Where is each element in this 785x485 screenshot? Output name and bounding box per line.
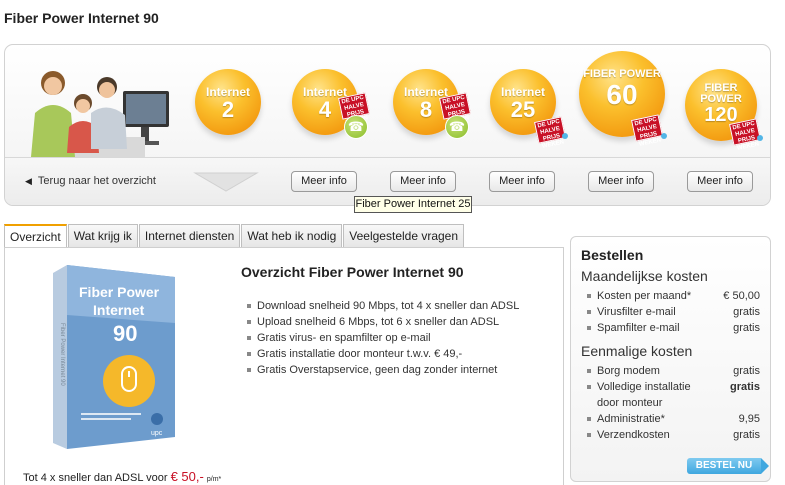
meer-info-button-internet-25[interactable]: Meer info [489,171,555,192]
cost-label: Verzendkosten [597,429,670,441]
page-title: Fiber Power Internet 90 [4,10,159,26]
product-line1: FIBER POWER [700,82,742,105]
back-to-overview-link[interactable]: ◀ Terug naar het overzicht [25,175,156,187]
cost-value: gratis [733,306,760,318]
promo-tag: DE UPC HALVE PRIJS WEKEN [534,116,566,150]
tab-wat-krijg-ik[interactable]: Wat krijg ik [67,224,138,247]
box-brand: upc [151,430,163,437]
overview-panel: Fiber Power Internet 90 upc Fiber Power … [4,247,564,485]
cost-label: Virusfilter e-mail [597,306,676,318]
meer-info-button-fiber-power-60[interactable]: Meer info [588,171,654,192]
feature-item: Gratis Overstapservice, geen dag zonder … [245,362,519,378]
overview-title: Overzicht Fiber Power Internet 90 [241,264,464,280]
cost-value: gratis [733,365,760,377]
internet-2-badge: Internet 2 [195,69,261,135]
feature-item: Gratis virus- en spamfilter op e-mail [245,330,519,346]
product-speed: 25 [510,97,536,122]
product-internet-25[interactable]: Internet 25 DE UPC HALVE PRIJS WEKEN [480,45,580,157]
price-period: p/m* [206,476,222,483]
meer-info-button-internet-8[interactable]: Meer info [390,171,456,192]
product-fiber-power-60[interactable]: FIBER POWER 60 DE UPC HALVE PRIJS WEKEN [573,45,673,157]
box-text-line3: 90 [113,321,137,346]
product-carousel: Internet 2 Internet 4 DE UPC HALVE PRIJS… [4,44,771,206]
price-value: € 50,- [170,469,204,484]
cost-row: Spamfilter e-mail gratis [581,320,760,336]
price-caption: Tot 4 x sneller dan ADSL voor € 50,- p/m… [23,469,221,484]
product-speed: 2 [221,97,235,122]
cost-row: Volledige installatie door monteur grati… [581,379,760,411]
feature-item: Download snelheid 90 Mbps, tot 4 x snell… [245,298,519,314]
tab-overzicht[interactable]: Overzicht [4,224,67,248]
meer-info-button-fiber-power-120[interactable]: Meer info [687,171,753,192]
product-internet-4[interactable]: Internet 4 DE UPC HALVE PRIJS WEKEN ☎ [282,45,382,157]
cost-label-line1: Volledige installatie [597,381,691,393]
feature-item: Gratis installatie door monteur t.w.v. €… [245,346,519,362]
cost-row: Virusfilter e-mail gratis [581,304,760,320]
cost-row: Kosten per maand* € 50,00 [581,288,760,304]
cost-value: gratis [733,429,760,441]
tooltip: Fiber Power Internet 25 [354,196,472,213]
product-internet-2[interactable]: Internet 2 [183,45,283,157]
feature-item: Upload snelheid 6 Mbps, tot 6 x sneller … [245,314,519,330]
cost-label: Spamfilter e-mail [597,322,680,334]
box-spine-text: Fiber Power Internet 90 [59,323,65,386]
cost-label: Kosten per maand* [597,290,692,302]
cost-row: Verzendkosten gratis [581,427,760,443]
cost-value: 9,95 [738,413,760,425]
promo-tag: DE UPC HALVE PRIJS WEKEN [729,118,761,152]
carousel-divider [5,157,770,158]
feature-list: Download snelheid 90 Mbps, tot 4 x snell… [245,298,519,378]
family-computer-image [31,71,169,157]
order-now-button[interactable]: BESTEL NU [687,458,769,474]
down-arrow-icon [193,172,259,192]
tab-bar: Overzicht Wat krijg ik Internet diensten… [4,224,465,248]
meer-info-button-internet-4[interactable]: Meer info [291,171,357,192]
cost-label: Volledige installatie door monteur [597,379,691,411]
phone-icon: ☎ [344,115,368,139]
cost-row: Borg modem gratis [581,363,760,379]
one-time-costs-title: Eenmalige kosten [581,343,693,359]
order-title: Bestellen [581,247,644,263]
cost-value: € 50,00 [723,290,760,302]
back-link-label: Terug naar het overzicht [37,175,156,187]
back-arrow-icon: ◀ [25,175,32,186]
box-text-line1: Fiber Power [79,284,160,300]
product-speed: 60 [606,79,638,110]
monthly-costs-title: Maandelijkse kosten [581,268,708,284]
price-caption-prefix: Tot 4 x sneller dan ADSL voor [23,472,171,484]
phone-icon: ☎ [445,115,469,139]
shine-icon [562,133,568,139]
product-fiber-power-120[interactable]: FIBER POWER 120 DE UPC HALVE PRIJS WEKEN [677,45,770,157]
cost-label-line2: door monteur [597,397,663,409]
tab-veelgestelde-vragen[interactable]: Veelgestelde vragen [343,224,465,247]
cost-value: gratis [733,322,760,334]
cost-value: gratis [730,381,760,393]
box-text-line2: Internet [93,302,145,318]
cost-label: Administratie* [597,413,665,425]
promo-tag: DE UPC HALVE PRIJS WEKEN [631,114,663,148]
tab-internet-diensten[interactable]: Internet diensten [138,224,241,247]
product-box-image: Fiber Power Internet 90 upc Fiber Power … [53,265,175,449]
product-internet-8[interactable]: Internet 8 DE UPC HALVE PRIJS WEKEN ☎ [381,45,481,157]
shine-icon [757,135,763,141]
tab-wat-heb-ik-nodig[interactable]: Wat heb ik nodig [241,224,343,247]
shine-icon [661,133,667,139]
cost-label: Borg modem [597,365,660,377]
cost-row: Administratie* 9,95 [581,411,760,427]
order-box: Bestellen Maandelijkse kosten Kosten per… [570,236,771,482]
